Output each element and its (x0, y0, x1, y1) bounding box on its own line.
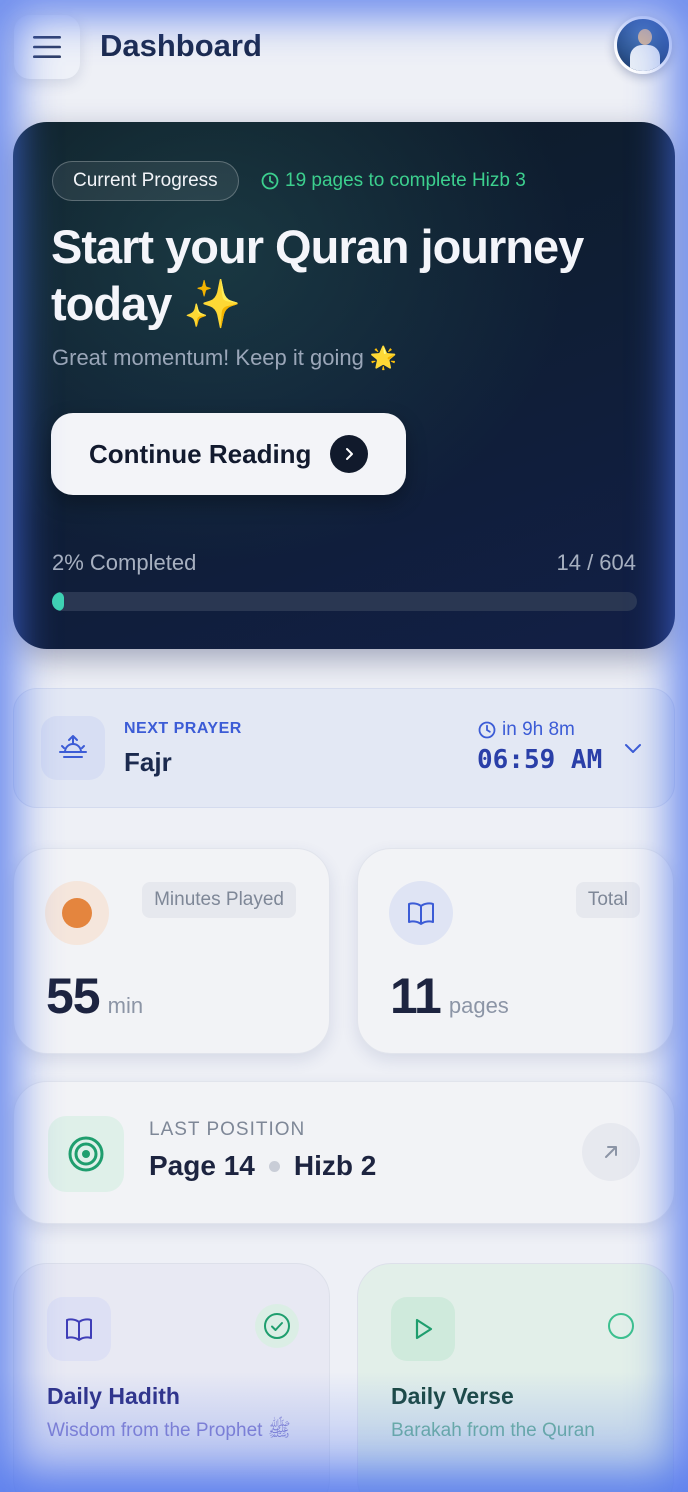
prayer-countdown-text: in 9h 8m (502, 719, 575, 740)
hero-title: Start your Quran journey today ✨ (51, 220, 584, 330)
continue-reading-label: Continue Reading (89, 438, 312, 469)
play-icon (391, 1297, 455, 1361)
progress-percent-label: 2% Completed (52, 550, 197, 575)
daily-hadith-title: Daily Hadith (47, 1383, 180, 1409)
daily-verse-card[interactable]: Daily Verse Barakah from the Quran (357, 1263, 674, 1492)
chevron-down-icon[interactable] (622, 737, 644, 759)
total-pages-card[interactable]: Total 11 pages (357, 848, 674, 1054)
daily-hadith-subtitle: Wisdom from the Prophet ﷺ (47, 1420, 291, 1441)
prayer-countdown: in 9h 8m (478, 719, 575, 741)
hero-subtitle: Great momentum! Keep it going 🌟 (52, 345, 398, 370)
hamburger-menu-icon (33, 36, 61, 58)
minutes-unit: min (107, 993, 144, 1018)
page-title: Dashboard (100, 28, 262, 63)
continue-reading-button[interactable]: Continue Reading (51, 413, 406, 495)
clock-icon (261, 172, 279, 190)
total-tag: Total (575, 882, 640, 918)
reading-progress-fill (52, 592, 64, 611)
menu-button[interactable] (14, 15, 80, 79)
pages-remaining-note: 19 pages to complete Hizb 3 (261, 170, 526, 192)
current-progress-badge: Current Progress (52, 161, 239, 201)
progress-page-count: 14 / 604 (556, 550, 636, 575)
daily-verse-title: Daily Verse (391, 1383, 514, 1409)
prayer-time: 06:59 AM (477, 745, 603, 775)
daily-hadith-card[interactable]: Daily Hadith Wisdom from the Prophet ﷺ (13, 1263, 330, 1492)
last-position-label: LAST POSITION (149, 1119, 306, 1140)
check-circle-icon[interactable] (255, 1304, 299, 1348)
last-position-card[interactable]: LAST POSITION Page 14 Hizb 2 (13, 1081, 675, 1224)
record-dot-icon (45, 881, 109, 945)
separator-dot (268, 1160, 280, 1172)
next-prayer-label: NEXT PRAYER (124, 720, 242, 737)
empty-circle-icon[interactable] (599, 1304, 643, 1348)
progress-hero-card: Current Progress 19 pages to complete Hi… (13, 122, 675, 649)
minutes-played-tag: Minutes Played (142, 882, 296, 918)
pages-value: 11 (390, 968, 442, 1024)
sunrise-icon (41, 716, 105, 780)
chevron-right-icon (330, 435, 368, 473)
daily-verse-subtitle: Barakah from the Quran (391, 1420, 595, 1441)
pages-remaining-text: 19 pages to complete Hizb 3 (285, 170, 526, 191)
reading-progress-bar (52, 592, 637, 611)
pages-unit: pages (448, 993, 509, 1018)
minutes-played-card[interactable]: Minutes Played 55 min (13, 848, 330, 1054)
prayer-name: Fajr (124, 747, 172, 777)
book-icon (47, 1297, 111, 1361)
target-icon (48, 1116, 124, 1192)
last-hizb: Hizb 2 (293, 1150, 377, 1181)
minutes-value: 55 (46, 968, 101, 1024)
last-page: Page 14 (149, 1150, 255, 1181)
open-book-icon (389, 881, 453, 945)
arrow-up-right-icon[interactable] (582, 1123, 640, 1181)
user-avatar[interactable] (614, 16, 672, 74)
next-prayer-card[interactable]: NEXT PRAYER Fajr in 9h 8m 06:59 AM (13, 688, 675, 808)
clock-icon (478, 721, 496, 739)
